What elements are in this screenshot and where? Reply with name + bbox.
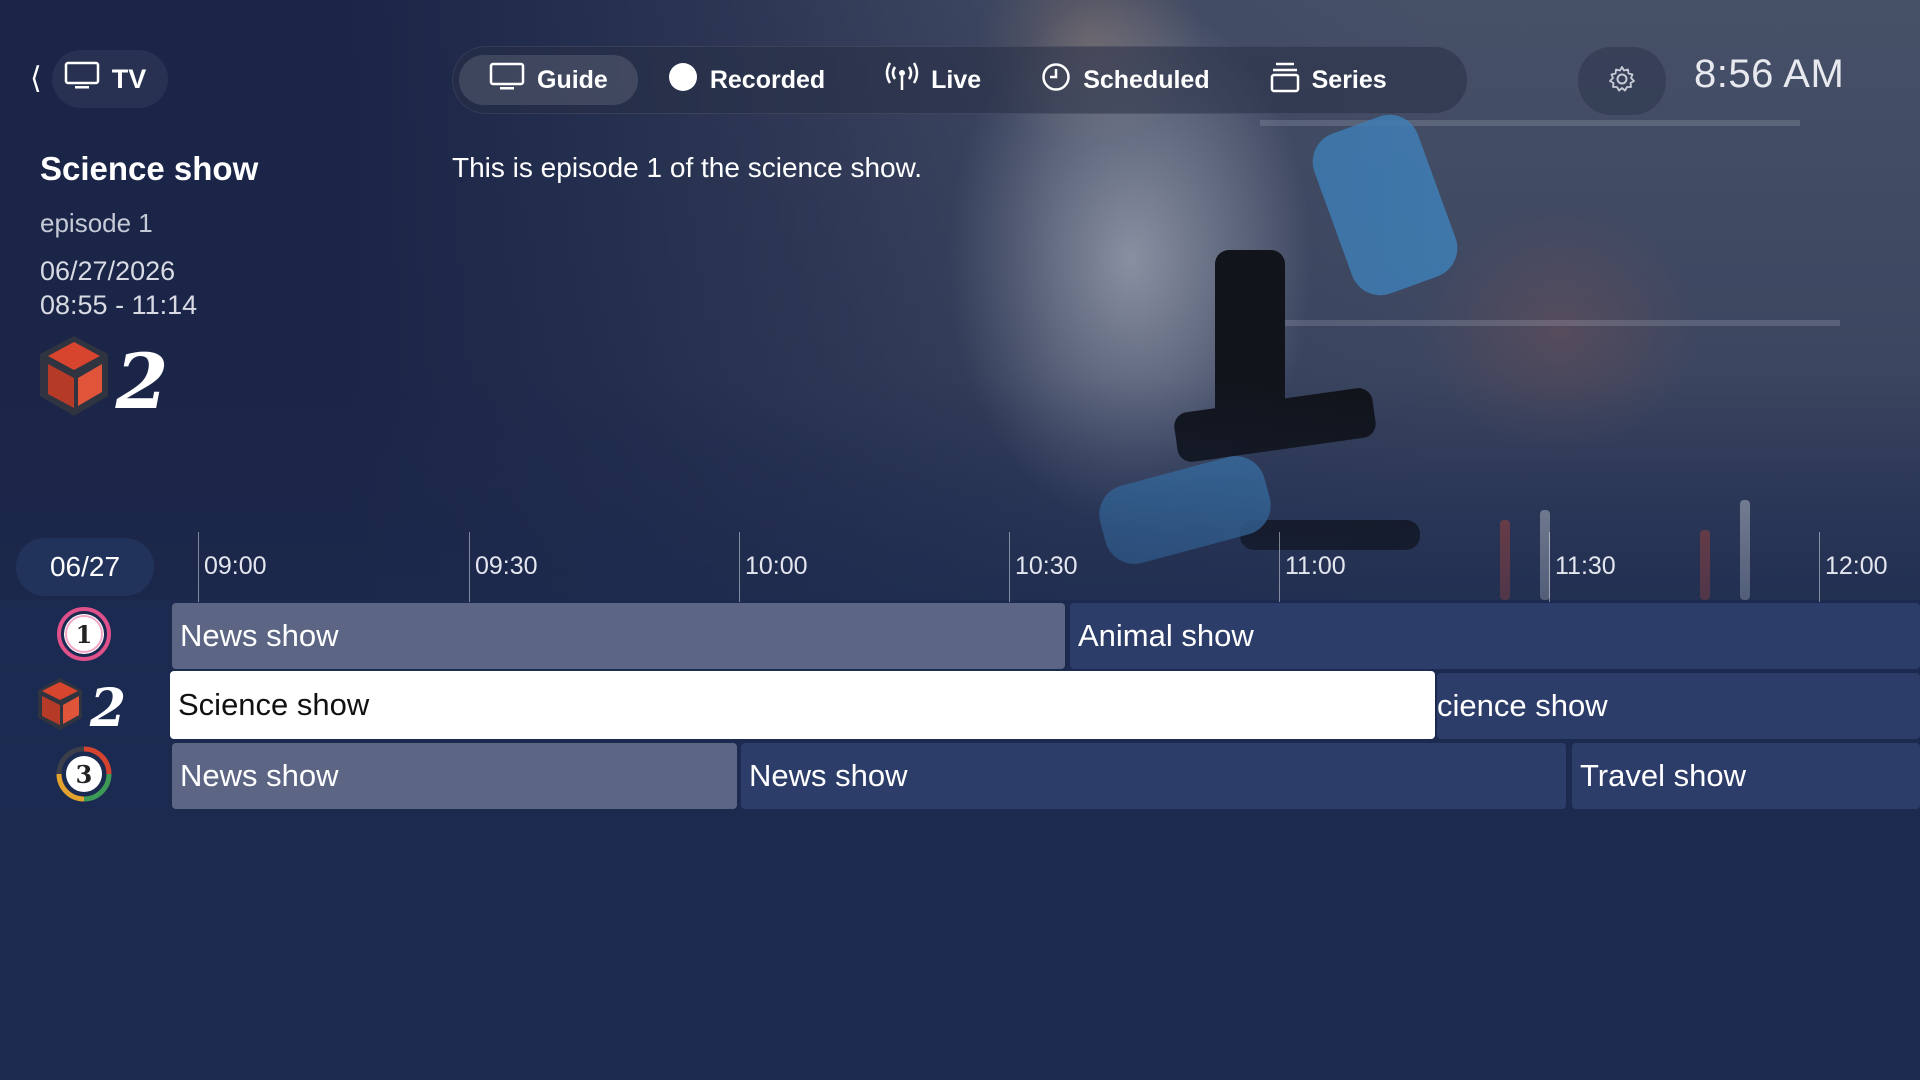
program-cell-title: Animal show (1078, 618, 1254, 653)
channel-1-cell[interactable]: 1 (0, 602, 168, 670)
tab-label: Scheduled (1083, 65, 1210, 94)
time-tick-label: 10:00 (745, 552, 808, 580)
time-tick-label: 10:30 (1015, 552, 1078, 580)
tab-label: Series (1311, 65, 1387, 94)
svg-text:3: 3 (76, 760, 93, 789)
program-time: 08:55 - 11:14 (40, 290, 198, 320)
program-cell-title: News show (180, 758, 339, 793)
channel-1-logo: 1 (56, 606, 112, 667)
record-dot-icon (668, 62, 698, 99)
hero-bottom-gradient (0, 380, 1920, 602)
tab-label: Guide (537, 65, 608, 94)
channel-2-logo: 2 (38, 334, 178, 426)
main-nav-tabs: Guide Recorded Live Scheduled Series (452, 46, 1468, 114)
tab-series[interactable]: Series (1240, 55, 1417, 105)
chevron-left-icon: ⟨ (30, 62, 42, 95)
tv-guide-screen: ⟨ TV Guide Recorded Live Scheduled Serie… (0, 0, 1920, 1080)
monitor-icon (489, 62, 525, 99)
time-tick (198, 532, 199, 602)
tab-recorded[interactable]: Recorded (638, 55, 855, 105)
svg-text:1: 1 (76, 620, 93, 649)
program-cell[interactable]: News show (172, 743, 737, 809)
monitor-icon (64, 61, 100, 98)
channel-3-cell[interactable]: 3 (0, 742, 168, 810)
date-selector[interactable]: 06/27 (16, 538, 154, 596)
time-tick-label: 12:00 (1825, 552, 1888, 580)
time-tick (1819, 532, 1820, 602)
program-date: 06/27/2026 (40, 256, 176, 286)
time-tick-label: 09:30 (475, 552, 538, 580)
stack-icon (1270, 61, 1300, 100)
channel-2-cell[interactable]: 2 (0, 672, 168, 740)
broadcast-icon (885, 61, 919, 99)
time-tick (1009, 532, 1010, 602)
program-cell[interactable]: News show (172, 603, 1065, 669)
program-cell[interactable]: Travel show (1572, 743, 1920, 809)
svg-text:2: 2 (89, 678, 126, 732)
tab-label: Recorded (709, 65, 826, 94)
program-cell-title: cience show (1437, 688, 1608, 723)
back-to-tv-button[interactable]: ⟨ TV (30, 50, 169, 108)
program-cell-focused[interactable]: Science show (170, 671, 1435, 739)
program-cell[interactable]: News show (741, 743, 1566, 809)
program-cell[interactable]: Animal show (1070, 603, 1920, 669)
tab-scheduled[interactable]: Scheduled (1011, 55, 1239, 105)
program-cell-title: Science show (178, 687, 370, 722)
program-cell-title: News show (180, 618, 339, 653)
time-tick-label: 11:30 (1555, 552, 1616, 580)
channel-2-logo: 2 (36, 676, 132, 739)
time-tick-label: 11:00 (1285, 552, 1346, 580)
tab-guide[interactable]: Guide (459, 55, 638, 105)
program-cell-title: Travel show (1580, 758, 1746, 793)
tv-pill[interactable]: TV (51, 50, 169, 108)
settings-button[interactable] (1577, 46, 1667, 116)
tab-label: Live (931, 65, 982, 94)
clock-icon (1041, 62, 1071, 99)
svg-text:2: 2 (115, 337, 169, 418)
gear-icon (1608, 65, 1636, 98)
clock: 8:56 AM (1694, 52, 1845, 96)
program-episode: episode 1 (40, 208, 153, 238)
program-description: This is episode 1 of the science show. (452, 152, 923, 183)
time-tick (739, 532, 740, 602)
time-tick (1549, 532, 1550, 602)
program-cell[interactable]: cience show (1437, 673, 1920, 739)
program-cell-title: News show (749, 758, 908, 793)
tab-live[interactable]: Live (855, 55, 1011, 105)
tv-label: TV (111, 63, 147, 94)
program-title: Science show (40, 150, 259, 187)
time-tick (1279, 532, 1280, 602)
channel-3-logo: 3 (56, 746, 112, 807)
time-tick-label: 09:00 (204, 552, 267, 580)
time-tick (469, 532, 470, 602)
